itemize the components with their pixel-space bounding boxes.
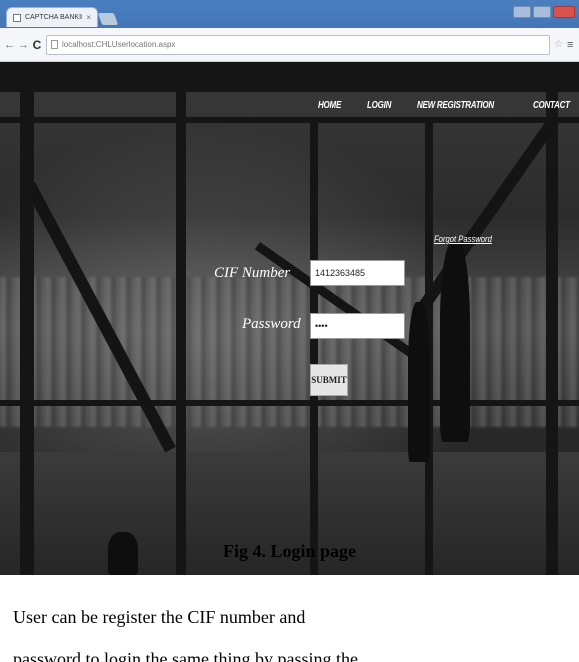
browser-tab[interactable]: CAPTCHA BANKING × — [6, 7, 98, 27]
window-frame-rail — [0, 117, 579, 123]
browser-toolbar: ← → C ☆ ≡ — [0, 28, 579, 62]
browser-window: CAPTCHA BANKING × ← → C ☆ ≡ — [0, 0, 579, 62]
bookmark-star-icon[interactable]: ☆ — [554, 39, 563, 50]
person-silhouette — [440, 242, 470, 442]
back-arrow-icon[interactable]: ← — [4, 39, 15, 51]
page-favicon-icon — [13, 13, 21, 22]
cif-number-field[interactable] — [310, 260, 405, 286]
person-silhouette — [408, 302, 430, 462]
web-page: HOME LOGIN NEW REGISTRATION CONTACT Forg… — [0, 62, 579, 575]
password-label: Password — [242, 316, 301, 332]
window-mullion — [310, 122, 318, 575]
nav-item-home[interactable]: HOME — [318, 100, 341, 111]
close-window-button[interactable] — [553, 6, 575, 18]
window-mullion — [20, 62, 34, 575]
password-field[interactable] — [310, 313, 405, 339]
paragraph-line-2: password to login the same thing by pass… — [13, 649, 358, 662]
nav-item-new-registration[interactable]: NEW REGISTRATION — [417, 100, 494, 111]
paragraph-line-1: User can be register the CIF number and — [13, 607, 306, 627]
new-tab-button[interactable] — [97, 13, 119, 25]
tab-close-icon[interactable]: × — [86, 13, 91, 22]
browser-menu-icon[interactable]: ≡ — [567, 39, 575, 51]
page-icon — [51, 40, 58, 49]
window-controls — [513, 6, 575, 18]
window-mullion — [176, 62, 186, 575]
window-frame-top — [0, 62, 579, 92]
cif-number-label: CIF Number — [214, 265, 291, 281]
submit-button[interactable]: SUBMIT — [310, 364, 348, 396]
main-navigation: HOME LOGIN NEW REGISTRATION CONTACT — [318, 100, 579, 111]
forgot-password-link[interactable]: Forgot Password — [434, 234, 492, 244]
url-input[interactable] — [62, 40, 546, 49]
forward-arrow-icon[interactable]: → — [18, 39, 29, 51]
nav-item-contact[interactable]: CONTACT — [533, 100, 570, 111]
minimize-button[interactable] — [513, 6, 531, 18]
address-bar[interactable] — [46, 34, 551, 55]
nav-item-login[interactable]: LOGIN — [367, 100, 391, 111]
figure-caption: Fig 4. Login page — [222, 541, 356, 561]
maximize-button[interactable] — [533, 6, 551, 18]
reload-icon[interactable]: C — [32, 38, 42, 52]
window-transom — [0, 400, 579, 406]
tab-title: CAPTCHA BANKING — [25, 14, 82, 21]
